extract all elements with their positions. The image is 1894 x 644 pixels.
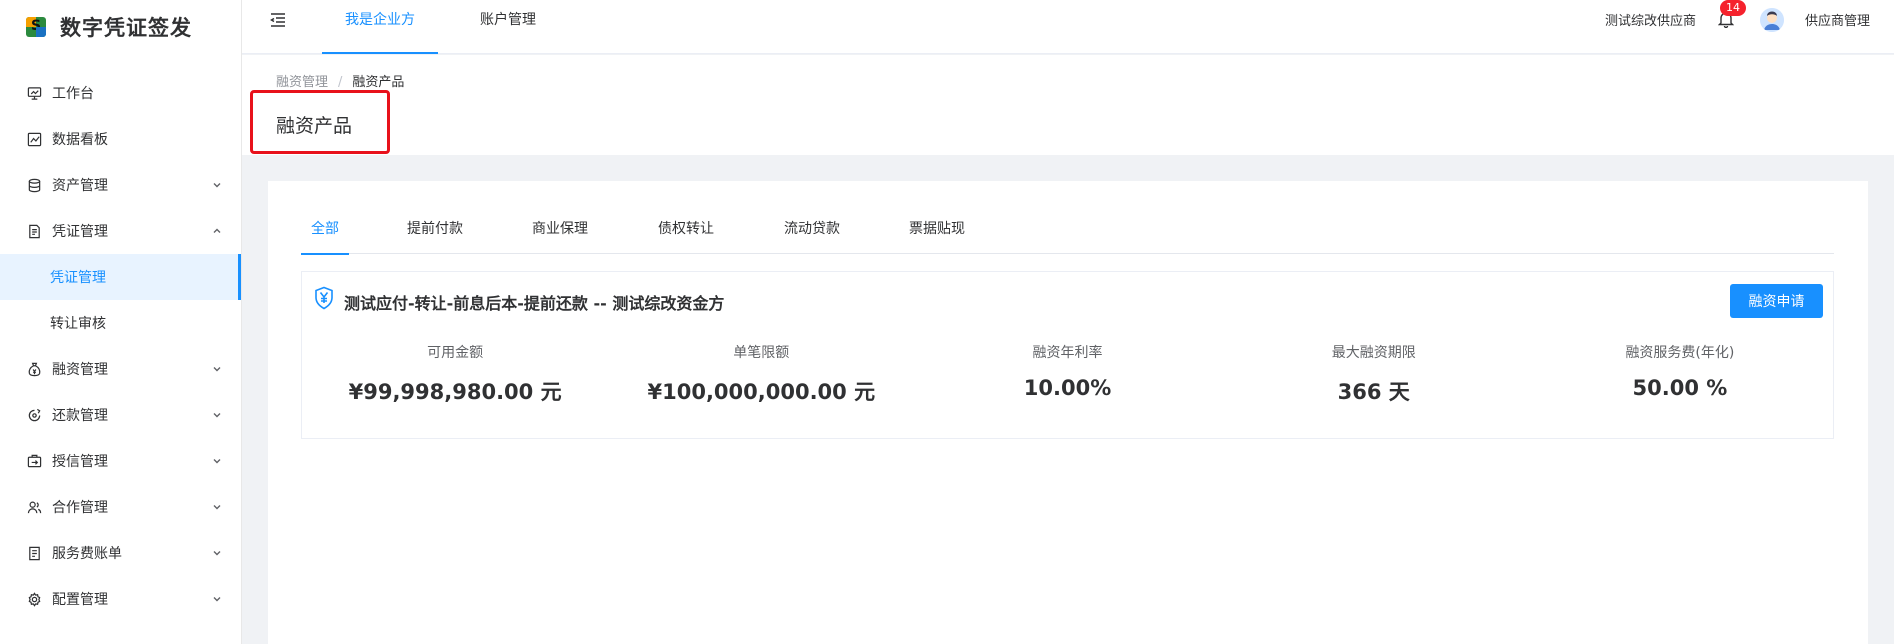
sidebar-item-workbench[interactable]: 工作台 (0, 70, 241, 116)
tab-bill-discount[interactable]: 票据贴现 (907, 214, 967, 254)
menu-fold-icon[interactable] (268, 10, 288, 30)
tab-account-management[interactable]: 账户管理 (464, 0, 552, 54)
sidebar-item-vouchers[interactable]: 凭证管理 (0, 208, 241, 254)
chart-icon (26, 131, 42, 147)
top-header: 我是企业方 账户管理 测试综改供应商 14 供应商管理 (242, 0, 1894, 54)
sidebar-item-label: 凭证管理 (50, 270, 106, 286)
breadcrumb: 融资管理 / 融资产品 (276, 71, 404, 90)
bill-icon (26, 545, 42, 561)
credit-icon (26, 453, 42, 469)
stat-label: 最大融资期限 (1331, 345, 1416, 361)
sidebar-item-label: 数据看板 (52, 132, 108, 148)
page-title: 融资产品 (276, 115, 353, 137)
sidebar: S 数字凭证签发 工作台 数据看板 资产管理 凭证管理 凭证管理 转让审核 融资… (0, 0, 242, 644)
yuan-shield-icon (314, 286, 334, 310)
notification-badge: 14 (1720, 0, 1746, 16)
sidebar-item-service-bill[interactable]: 服务费账单 (0, 530, 241, 576)
database-icon (26, 177, 42, 193)
chevron-down-icon (211, 501, 223, 513)
product-tabs: 全部 提前付款 商业保理 债权转让 流动贷款 票据贴现 (301, 214, 1834, 255)
app-title: 数字凭证签发 (60, 16, 192, 40)
tab-debt-transfer[interactable]: 债权转让 (656, 214, 716, 254)
logo-icon: S (26, 17, 46, 37)
sidebar-item-cooperation[interactable]: 合作管理 (0, 484, 241, 530)
stat-label: 单笔限额 (733, 345, 790, 361)
stat-service-fee: 融资服务费(年化) 50.00 % (1527, 342, 1833, 406)
stat-max-term: 最大融资期限 366 天 (1221, 342, 1527, 406)
sidebar-item-label: 工作台 (52, 86, 94, 102)
users-icon (26, 499, 42, 515)
chevron-down-icon (211, 593, 223, 605)
apply-financing-button[interactable]: 融资申请 (1730, 284, 1823, 318)
chevron-down-icon (211, 363, 223, 375)
tab-all[interactable]: 全部 (301, 214, 349, 255)
sidebar-item-financing[interactable]: 融资管理 (0, 346, 241, 392)
money-bag-icon (26, 361, 42, 377)
sidebar-item-label: 资产管理 (52, 178, 108, 194)
stat-label: 融资服务费(年化) (1625, 345, 1735, 361)
sidebar-subitem-voucher-management[interactable]: 凭证管理 (0, 254, 241, 300)
stat-value: ¥100,000,000.00 元 (647, 380, 876, 404)
stat-label: 融资年利率 (1032, 345, 1103, 361)
product-stats: 可用金额 ¥99,998,980.00 元 单笔限额 ¥100,000,000.… (302, 342, 1833, 406)
chevron-up-icon (211, 225, 223, 237)
refund-icon (26, 407, 42, 423)
chevron-down-icon (211, 179, 223, 191)
sidebar-item-label: 服务费账单 (52, 546, 122, 562)
sidebar-item-assets[interactable]: 资产管理 (0, 162, 241, 208)
main-content: 全部 提前付款 商业保理 债权转让 流动贷款 票据贴现 测试应付-转让-前息后本… (268, 181, 1868, 644)
chevron-down-icon (211, 409, 223, 421)
sidebar-item-label: 合作管理 (52, 500, 108, 516)
app-logo[interactable]: S 数字凭证签发 (0, 0, 241, 54)
product-card: 测试应付-转让-前息后本-提前还款 -- 测试综改资金方 融资申请 可用金额 ¥… (301, 271, 1834, 439)
sidebar-item-label: 配置管理 (52, 592, 108, 608)
page-header: 融资管理 / 融资产品 融资产品 (242, 55, 1894, 155)
user-name[interactable]: 供应商管理 (1805, 10, 1870, 29)
stat-value: 10.00% (1023, 376, 1112, 400)
product-title: 测试应付-转让-前息后本-提前还款 -- 测试综改资金方 (344, 294, 725, 313)
sidebar-menu: 工作台 数据看板 资产管理 凭证管理 凭证管理 转让审核 融资管理 还款管理 授… (0, 70, 241, 622)
stat-available-amount: 可用金额 ¥99,998,980.00 元 (302, 342, 608, 406)
avatar[interactable] (1760, 8, 1784, 32)
sidebar-item-credit[interactable]: 授信管理 (0, 438, 241, 484)
stat-single-limit: 单笔限额 ¥100,000,000.00 元 (608, 342, 914, 406)
sidebar-item-configuration[interactable]: 配置管理 (0, 576, 241, 622)
sidebar-subitem-transfer-review[interactable]: 转让审核 (0, 300, 241, 346)
organization-name[interactable]: 测试综改供应商 (1605, 10, 1696, 29)
stat-label: 可用金额 (427, 345, 484, 361)
sidebar-item-label: 凭证管理 (52, 224, 108, 240)
stat-annual-rate: 融资年利率 10.00% (914, 342, 1220, 406)
chevron-down-icon (211, 547, 223, 559)
stat-value: 366 天 (1337, 380, 1410, 404)
monitor-icon (26, 85, 42, 101)
sidebar-item-label: 还款管理 (52, 408, 108, 424)
chevron-down-icon (211, 455, 223, 467)
stat-value: 50.00 % (1632, 376, 1728, 400)
sidebar-item-label: 融资管理 (52, 362, 108, 378)
settings-icon (26, 591, 42, 607)
breadcrumb-separator: / (338, 75, 343, 90)
sidebar-item-repayment[interactable]: 还款管理 (0, 392, 241, 438)
document-icon (26, 223, 42, 239)
tab-early-payment[interactable]: 提前付款 (405, 214, 465, 254)
breadcrumb-item-financing[interactable]: 融资管理 (276, 75, 328, 90)
tab-factoring[interactable]: 商业保理 (530, 214, 590, 254)
sidebar-item-label: 授信管理 (52, 454, 108, 470)
sidebar-item-dashboard[interactable]: 数据看板 (0, 116, 241, 162)
stat-value: ¥99,998,980.00 元 (348, 380, 562, 404)
breadcrumb-item-current: 融资产品 (352, 75, 405, 90)
sidebar-item-label: 转让审核 (50, 316, 106, 332)
tab-working-capital-loan[interactable]: 流动贷款 (782, 214, 842, 254)
tab-enterprise[interactable]: 我是企业方 (322, 0, 438, 54)
